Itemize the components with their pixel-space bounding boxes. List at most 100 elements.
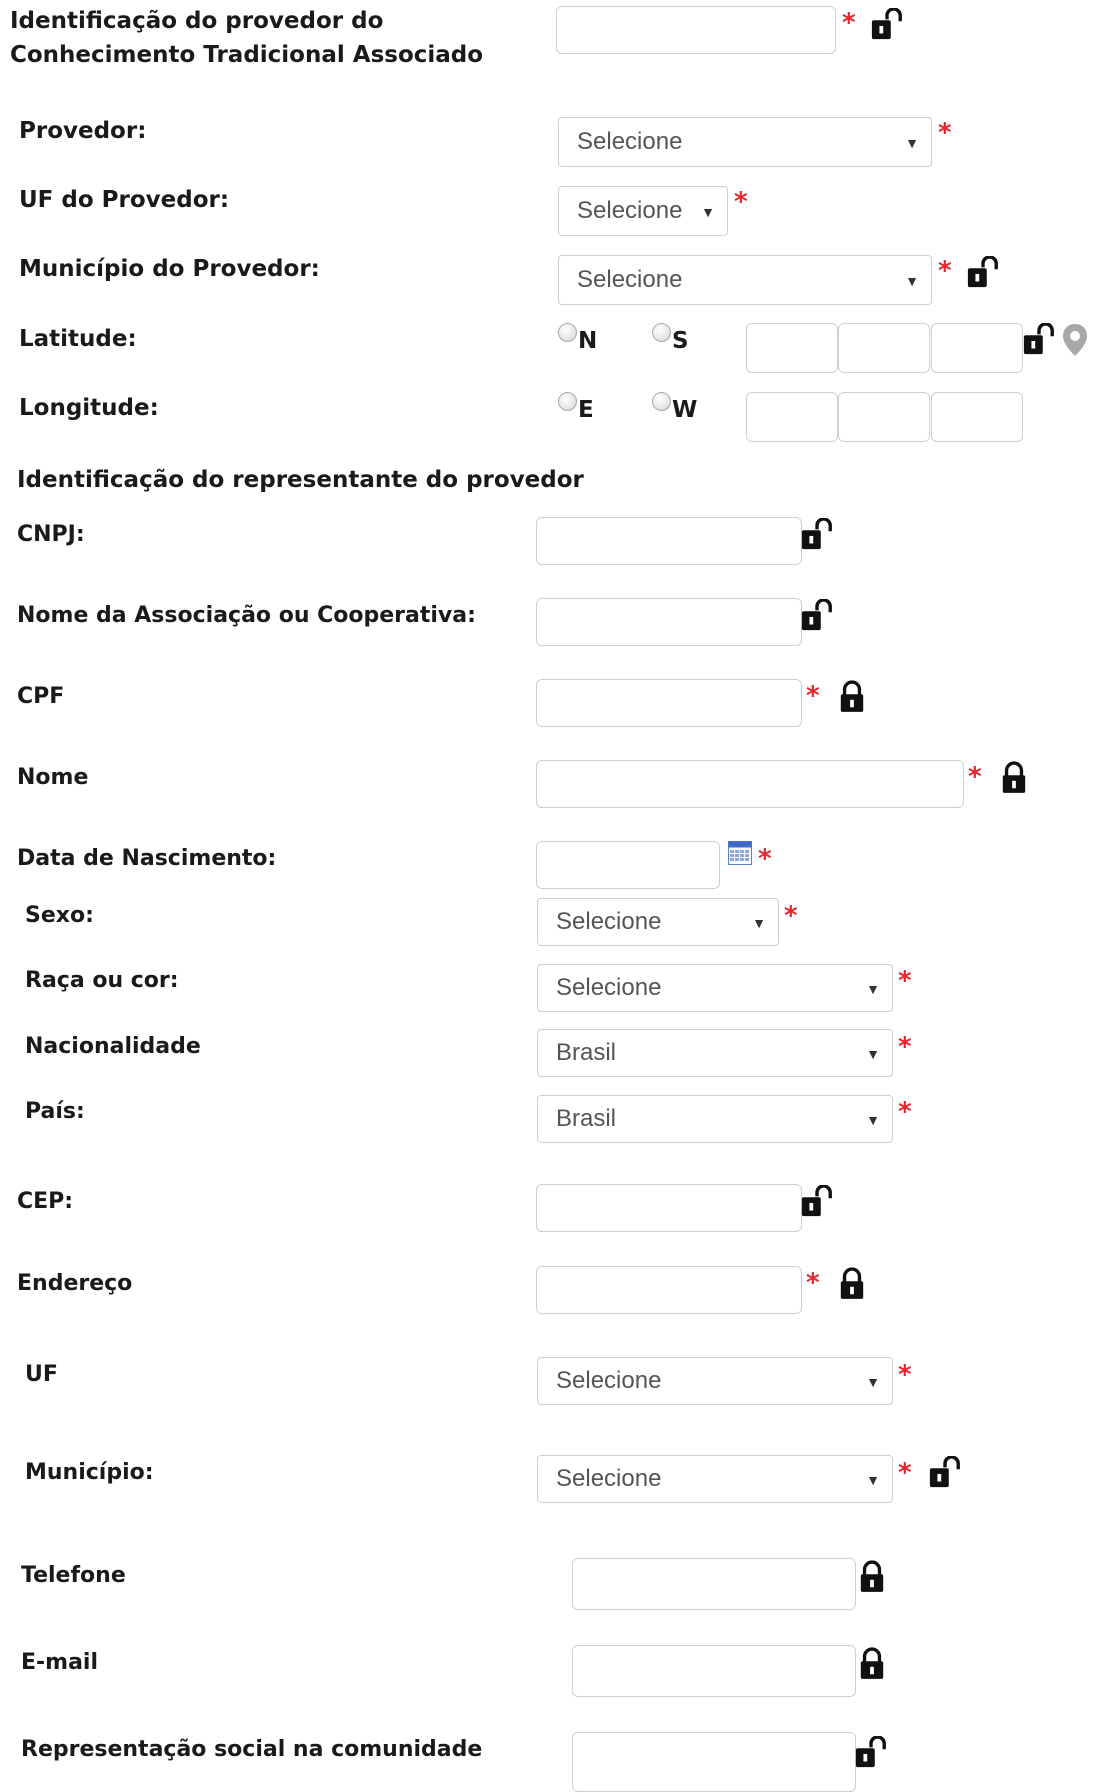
required-mark: * <box>968 762 982 792</box>
provedor-select-value: Selecione <box>577 128 683 155</box>
nascimento-label: Data de Nascimento: <box>17 846 277 871</box>
unlock-icon[interactable] <box>800 599 834 633</box>
telefone-label: Telefone <box>21 1563 126 1588</box>
email-label: E-mail <box>21 1650 99 1675</box>
cep-input[interactable] <box>536 1184 802 1232</box>
required-mark: * <box>938 118 952 148</box>
chevron-down-icon: ▼ <box>905 273 919 289</box>
latitude-degrees-input[interactable] <box>746 323 838 373</box>
cpf-input[interactable] <box>536 679 802 727</box>
chevron-down-icon: ▼ <box>752 915 766 931</box>
provider-id-input[interactable] <box>556 6 836 54</box>
latitude-minutes-input[interactable] <box>838 323 930 373</box>
municipio-provedor-select-value: Selecione <box>577 266 683 293</box>
representacao-label: Representação social na comunidade <box>21 1737 483 1762</box>
required-mark: * <box>806 1268 820 1298</box>
chevron-down-icon: ▼ <box>701 204 715 220</box>
chevron-down-icon: ▼ <box>866 1046 880 1062</box>
longitude-w-radio[interactable] <box>652 392 671 411</box>
required-mark: * <box>758 844 772 874</box>
municipio-provedor-label: Município do Provedor: <box>19 256 320 282</box>
latitude-s-radio[interactable] <box>652 323 671 342</box>
required-mark: * <box>898 1458 912 1488</box>
municipio-select-value: Selecione <box>556 1465 662 1492</box>
nome-label: Nome <box>17 765 89 790</box>
email-input[interactable] <box>572 1645 856 1697</box>
cpf-label: CPF <box>17 684 65 709</box>
latitude-s-label: S <box>672 328 689 354</box>
associacao-label: Nome da Associação ou Cooperativa: <box>17 603 476 628</box>
longitude-degrees-input[interactable] <box>746 392 838 442</box>
nacionalidade-select-value: Brasil <box>556 1039 617 1066</box>
provider-id-label: Identificação do provedor do Conheciment… <box>10 8 484 68</box>
calendar-icon[interactable] <box>728 841 752 865</box>
nacionalidade-select[interactable]: Brasil ▼ <box>537 1029 893 1077</box>
required-mark: * <box>938 256 952 286</box>
nascimento-input[interactable] <box>536 841 720 889</box>
lock-icon[interactable] <box>858 1647 886 1681</box>
pais-label: País: <box>25 1099 85 1124</box>
representative-section-title: Identificação do representante do proved… <box>17 467 584 493</box>
uf-provedor-label: UF do Provedor: <box>19 187 230 213</box>
uf-select-value: Selecione <box>556 1367 662 1394</box>
longitude-e-label: E <box>578 397 594 423</box>
map-pin-icon[interactable] <box>1062 323 1088 357</box>
chevron-down-icon: ▼ <box>866 1374 880 1390</box>
unlock-icon[interactable] <box>800 1185 834 1219</box>
uf-label: UF <box>25 1362 58 1387</box>
sexo-label: Sexo: <box>25 903 94 928</box>
lock-icon[interactable] <box>1000 761 1028 795</box>
unlock-icon[interactable] <box>870 8 904 42</box>
longitude-minutes-input[interactable] <box>838 392 930 442</box>
raca-select[interactable]: Selecione ▼ <box>537 964 893 1012</box>
required-mark: * <box>898 1360 912 1390</box>
uf-provedor-select[interactable]: Selecione ▼ <box>558 186 728 236</box>
nome-input[interactable] <box>536 760 964 808</box>
endereco-input[interactable] <box>536 1266 802 1314</box>
lock-icon[interactable] <box>858 1560 886 1594</box>
cnpj-input[interactable] <box>536 517 802 565</box>
lock-icon[interactable] <box>838 1267 866 1301</box>
latitude-n-radio[interactable] <box>558 323 577 342</box>
longitude-seconds-input[interactable] <box>931 392 1023 442</box>
required-mark: * <box>898 1097 912 1127</box>
longitude-e-radio[interactable] <box>558 392 577 411</box>
latitude-n-label: N <box>578 328 598 354</box>
representacao-input[interactable] <box>572 1732 856 1792</box>
sexo-select[interactable]: Selecione ▼ <box>537 898 779 946</box>
chevron-down-icon: ▼ <box>866 1112 880 1128</box>
municipio-provedor-select[interactable]: Selecione ▼ <box>558 255 932 305</box>
municipio-label: Município: <box>25 1460 154 1485</box>
uf-provedor-select-value: Selecione <box>577 197 683 224</box>
provedor-select[interactable]: Selecione ▼ <box>558 117 932 167</box>
longitude-w-label: W <box>672 397 698 423</box>
nacionalidade-label: Nacionalidade <box>25 1034 201 1059</box>
unlock-icon[interactable] <box>1022 323 1056 357</box>
sexo-select-value: Selecione <box>556 908 662 935</box>
pais-select[interactable]: Brasil ▼ <box>537 1095 893 1143</box>
required-mark: * <box>806 681 820 711</box>
required-mark: * <box>842 8 856 38</box>
provedor-label: Provedor: <box>19 118 147 144</box>
required-mark: * <box>898 1032 912 1062</box>
lock-icon[interactable] <box>838 680 866 714</box>
uf-select[interactable]: Selecione ▼ <box>537 1357 893 1405</box>
required-mark: * <box>734 187 748 217</box>
unlock-icon[interactable] <box>966 256 1000 290</box>
endereco-label: Endereço <box>17 1271 133 1296</box>
unlock-icon[interactable] <box>800 518 834 552</box>
raca-label: Raça ou cor: <box>25 968 179 993</box>
chevron-down-icon: ▼ <box>905 135 919 151</box>
cnpj-label: CNPJ: <box>17 522 85 547</box>
longitude-label: Longitude: <box>19 395 159 421</box>
unlock-icon[interactable] <box>928 1456 962 1490</box>
unlock-icon[interactable] <box>854 1736 888 1770</box>
municipio-select[interactable]: Selecione ▼ <box>537 1455 893 1503</box>
telefone-input[interactable] <box>572 1558 856 1610</box>
associacao-input[interactable] <box>536 598 802 646</box>
required-mark: * <box>898 966 912 996</box>
latitude-seconds-input[interactable] <box>931 323 1023 373</box>
raca-select-value: Selecione <box>556 974 662 1001</box>
pais-select-value: Brasil <box>556 1105 617 1132</box>
cep-label: CEP: <box>17 1189 74 1214</box>
